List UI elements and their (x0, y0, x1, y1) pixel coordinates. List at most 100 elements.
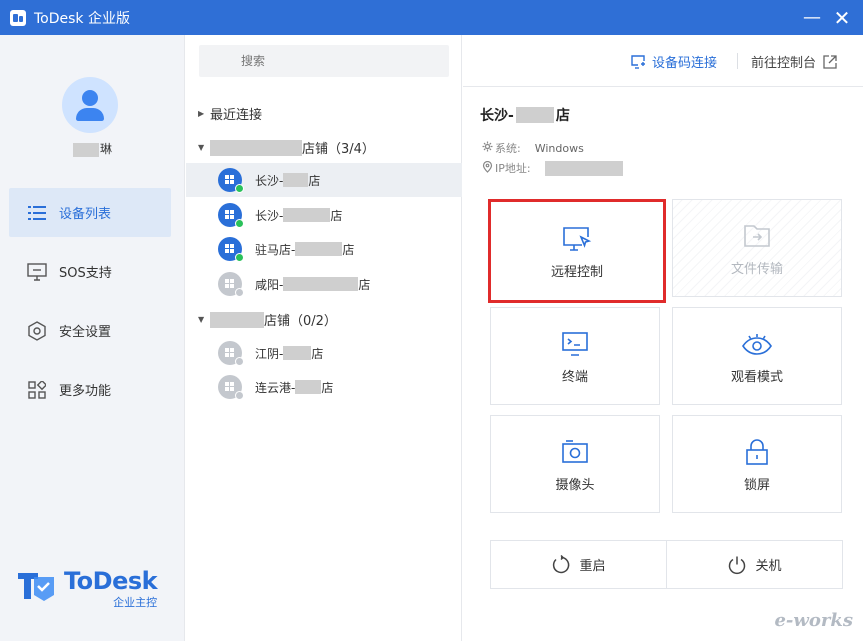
shutdown-button[interactable]: 关机 (666, 541, 842, 588)
brand-sub: 企业主控 (113, 596, 158, 609)
brand-logo: ToDesk 企业主控 (16, 567, 158, 609)
divider (737, 53, 738, 69)
device-row[interactable]: 长沙- 店 (186, 198, 462, 232)
action-label: 文件传输 (730, 261, 783, 277)
device-row[interactable]: 驻马店- 店 (186, 232, 462, 266)
restart-label: 重启 (579, 559, 606, 574)
file-transfer-button[interactable]: 文件传输 (672, 199, 842, 297)
action-label: 终端 (561, 369, 588, 385)
offline-status-dot (235, 391, 244, 400)
windows-device-icon (218, 168, 244, 193)
ip-info: IP地址: (482, 160, 623, 176)
link-label: 前往控制台 (751, 56, 817, 71)
online-status-dot (235, 219, 244, 228)
shield-hex-icon (27, 320, 47, 341)
nav-more-features[interactable]: 更多功能 (9, 365, 171, 414)
device-row[interactable]: 连云港- 店 (186, 370, 462, 404)
close-button[interactable]: ✕ (827, 0, 857, 35)
location-pin-icon (482, 160, 493, 176)
list-icon (27, 203, 47, 223)
folder-transfer-icon (741, 220, 773, 252)
group-label: 店铺（0/2） (264, 314, 337, 329)
title-bar: ToDesk 企业版 — ✕ (0, 0, 863, 35)
online-status-dot (235, 253, 244, 262)
grid-icon (27, 380, 47, 400)
store-group-2[interactable]: ▼ 店铺（0/2） (198, 310, 337, 329)
redacted-text (210, 311, 264, 328)
device-name-suffix: 店 (358, 277, 371, 292)
redacted-text (210, 139, 302, 156)
action-label: 锁屏 (743, 477, 770, 493)
windows-device-icon (218, 237, 244, 262)
action-label: 摄像头 (555, 477, 595, 493)
device-name-suffix: 店 (330, 208, 343, 223)
device-name-suffix: 店 (311, 346, 324, 361)
windows-device-icon (218, 203, 244, 228)
goto-console-link[interactable]: 前往控制台 (751, 52, 837, 71)
device-detail-panel: 设备码连接 前往控制台 长沙- 店 系统: Windows IP地址: 远程控制 (463, 35, 863, 641)
ip-label: IP地址: (495, 162, 531, 175)
nav-device-list[interactable]: 设备列表 (9, 188, 171, 237)
device-name-prefix: 连云港- (255, 380, 296, 395)
group-label: 店铺（3/4） (302, 142, 375, 157)
minimize-button[interactable]: — (797, 0, 827, 35)
device-name-prefix: 长沙- (255, 173, 284, 188)
external-link-icon (823, 54, 837, 69)
device-title-suffix: 店 (555, 108, 570, 124)
shutdown-label: 关机 (755, 559, 782, 574)
view-mode-button[interactable]: 观看模式 (672, 307, 842, 405)
power-actions: 重启 关机 (490, 540, 843, 589)
search-input[interactable] (199, 45, 449, 77)
avatar[interactable] (62, 77, 118, 133)
redacted-text (295, 242, 343, 256)
offline-status-dot (235, 357, 244, 366)
redacted-text (283, 173, 309, 187)
redacted-text (295, 380, 322, 394)
restart-button[interactable]: 重启 (491, 541, 666, 588)
action-label: 远程控制 (550, 264, 603, 280)
offline-status-dot (235, 288, 244, 297)
online-status-dot (235, 184, 244, 193)
recent-connections-group[interactable]: ▶ 最近连接 (198, 104, 262, 123)
device-row[interactable]: 长沙- 店 (186, 163, 462, 197)
todesk-logo-icon (10, 9, 26, 26)
windows-device-icon (218, 272, 244, 297)
store-group-1[interactable]: ▼ 店铺（3/4） (198, 138, 375, 157)
device-list-panel: ▶ 最近连接 ▼ 店铺（3/4） 长沙- 店 长沙- 店 驻马店- 店 咸阳- 店 ▼ … (186, 35, 462, 641)
camera-button[interactable]: 摄像头 (490, 415, 660, 513)
redacted-text (544, 160, 623, 176)
brand-name: ToDesk (64, 567, 158, 595)
redacted-text (283, 208, 331, 222)
device-name-prefix: 咸阳- (255, 277, 284, 292)
power-icon (727, 555, 755, 575)
nav-security-settings[interactable]: 安全设置 (9, 306, 171, 355)
device-code-connect-link[interactable]: 设备码连接 (631, 52, 717, 71)
detail-top-bar: 设备码连接 前往控制台 (463, 35, 863, 87)
nav-sos-support[interactable]: SOS支持 (9, 247, 171, 296)
caret-right-icon: ▶ (198, 109, 205, 118)
camera-icon (559, 436, 591, 468)
device-row[interactable]: 江阴- 店 (186, 336, 462, 370)
device-name-prefix: 江阴- (255, 346, 284, 361)
lock-screen-button[interactable]: 锁屏 (672, 415, 842, 513)
device-title-prefix: 长沙- (480, 108, 514, 124)
nav-label: SOS支持 (59, 266, 112, 281)
windows-device-icon (218, 375, 244, 400)
device-name-prefix: 驻马店- (255, 242, 296, 257)
eye-icon (741, 328, 773, 360)
remote-control-icon (561, 223, 593, 255)
system-label: 系统: (495, 142, 521, 155)
terminal-button[interactable]: 终端 (490, 307, 660, 405)
avatar-head (82, 90, 98, 106)
windows-device-icon (218, 341, 244, 366)
gear-icon (482, 141, 493, 155)
device-row[interactable]: 咸阳- 店 (186, 267, 462, 301)
screen-link-icon (631, 54, 646, 69)
action-label: 观看模式 (730, 369, 783, 385)
nav-label: 设备列表 (59, 207, 112, 222)
caret-down-icon: ▼ (198, 143, 205, 152)
remote-control-button[interactable]: 远程控制 (488, 199, 666, 303)
device-name-prefix: 长沙- (255, 208, 284, 223)
device-name-suffix: 店 (321, 380, 334, 395)
username: 琳 (0, 140, 185, 157)
